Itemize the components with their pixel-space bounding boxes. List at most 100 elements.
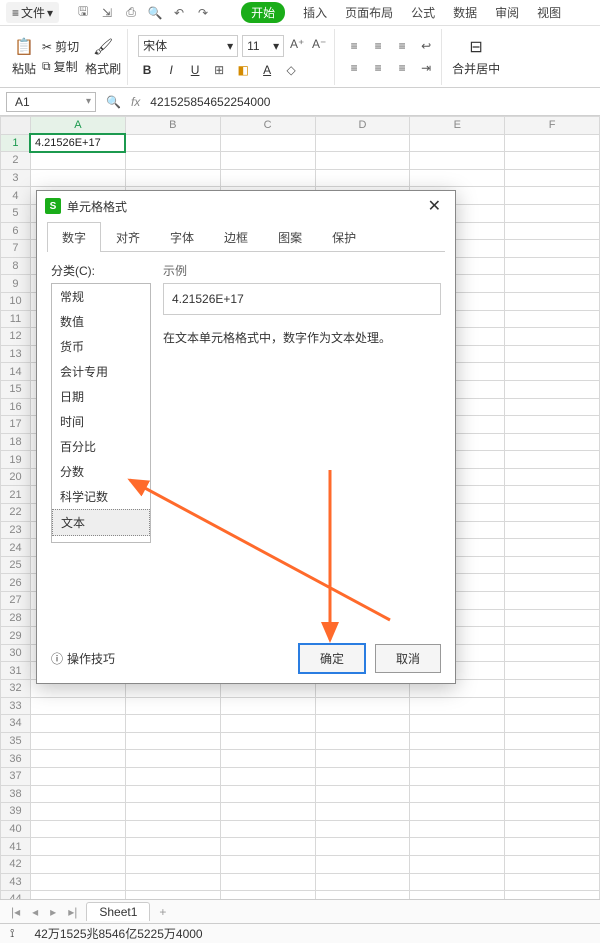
- row-header[interactable]: 39: [1, 803, 31, 821]
- row-header[interactable]: 31: [1, 662, 31, 680]
- clear-format-icon[interactable]: ◇: [282, 61, 300, 79]
- formula-value[interactable]: 421525854652254000: [150, 95, 594, 109]
- tab-view[interactable]: 视图: [537, 4, 561, 21]
- row-header[interactable]: 21: [1, 486, 31, 504]
- cat-general[interactable]: 常规: [52, 284, 150, 309]
- increase-font-icon[interactable]: A⁺: [288, 35, 306, 53]
- bold-icon[interactable]: B: [138, 61, 156, 79]
- row-header[interactable]: 12: [1, 328, 31, 346]
- row-header[interactable]: 19: [1, 451, 31, 469]
- dlg-tab-number[interactable]: 数字: [47, 222, 101, 252]
- dlg-tab-protect[interactable]: 保护: [317, 222, 371, 252]
- cat-scientific[interactable]: 科学记数: [52, 484, 150, 509]
- cancel-button[interactable]: 取消: [375, 644, 441, 673]
- border-icon[interactable]: ⊞: [210, 61, 228, 79]
- row-header[interactable]: 37: [1, 767, 31, 785]
- dlg-tab-pattern[interactable]: 图案: [263, 222, 317, 252]
- wrap-icon[interactable]: ↩: [417, 37, 435, 55]
- name-box[interactable]: A1: [6, 92, 96, 112]
- tab-formula[interactable]: 公式: [411, 4, 435, 21]
- saveas-icon[interactable]: ⇲: [99, 5, 115, 21]
- paste-button[interactable]: 📋 粘贴: [12, 36, 36, 77]
- align-center-icon[interactable]: ≡: [369, 59, 387, 77]
- col-header[interactable]: B: [125, 117, 220, 135]
- row-header[interactable]: 40: [1, 820, 31, 838]
- zoom-icon[interactable]: 🔍: [106, 95, 121, 109]
- cat-special[interactable]: 特殊: [52, 536, 150, 543]
- font-size-select[interactable]: 11▾: [242, 35, 284, 57]
- dialog-titlebar[interactable]: S 单元格格式 ✕: [37, 191, 455, 221]
- align-mid-icon[interactable]: ≡: [369, 37, 387, 55]
- row-header[interactable]: 16: [1, 398, 31, 416]
- preview-icon[interactable]: 🔍: [147, 5, 163, 21]
- row-header[interactable]: 38: [1, 785, 31, 803]
- align-top-icon[interactable]: ≡: [345, 37, 363, 55]
- fill-color-icon[interactable]: ◧: [234, 61, 252, 79]
- row-header[interactable]: 41: [1, 838, 31, 856]
- row-header[interactable]: 5: [1, 204, 31, 222]
- file-menu[interactable]: ≡ 文件 ▾: [6, 2, 59, 23]
- select-all-corner[interactable]: [1, 117, 31, 135]
- merge-button[interactable]: ⊟ 合并居中: [452, 36, 500, 77]
- row-header[interactable]: 15: [1, 380, 31, 398]
- align-bot-icon[interactable]: ≡: [393, 37, 411, 55]
- tab-pagelayout[interactable]: 页面布局: [345, 4, 393, 21]
- italic-icon[interactable]: I: [162, 61, 180, 79]
- cat-fraction[interactable]: 分数: [52, 459, 150, 484]
- row-header[interactable]: 13: [1, 345, 31, 363]
- cut-button[interactable]: ✂剪切: [42, 38, 79, 55]
- row-header[interactable]: 14: [1, 363, 31, 381]
- font-color-icon[interactable]: A: [258, 61, 276, 79]
- cat-currency[interactable]: 货币: [52, 334, 150, 359]
- row-header[interactable]: 34: [1, 715, 31, 733]
- category-list[interactable]: 常规 数值 货币 会计专用 日期 时间 百分比 分数 科学记数 文本 特殊 自定…: [51, 283, 151, 543]
- row-header[interactable]: 22: [1, 504, 31, 522]
- close-icon[interactable]: ✕: [422, 196, 447, 216]
- row-header[interactable]: 33: [1, 697, 31, 715]
- cat-number[interactable]: 数值: [52, 309, 150, 334]
- row-header[interactable]: 36: [1, 750, 31, 768]
- row-header[interactable]: 30: [1, 644, 31, 662]
- cat-accounting[interactable]: 会计专用: [52, 359, 150, 384]
- underline-icon[interactable]: U: [186, 61, 204, 79]
- row-header[interactable]: 8: [1, 257, 31, 275]
- copy-button[interactable]: ⧉复制: [42, 58, 79, 75]
- row-header[interactable]: 20: [1, 468, 31, 486]
- cat-time[interactable]: 时间: [52, 409, 150, 434]
- row-header[interactable]: 7: [1, 240, 31, 258]
- formatpainter-button[interactable]: 🖌 格式刷: [85, 36, 121, 77]
- row-header[interactable]: 18: [1, 433, 31, 451]
- sheet-tab-1[interactable]: Sheet1: [86, 902, 150, 921]
- indent-icon[interactable]: ⇥: [417, 59, 435, 77]
- save-icon[interactable]: 🖫: [75, 5, 91, 21]
- col-header[interactable]: A: [30, 117, 125, 135]
- row-header[interactable]: 2: [1, 152, 31, 170]
- row-header[interactable]: 6: [1, 222, 31, 240]
- row-header[interactable]: 11: [1, 310, 31, 328]
- font-name-select[interactable]: 宋体▾: [138, 35, 238, 57]
- dlg-tab-align[interactable]: 对齐: [101, 222, 155, 252]
- cat-text[interactable]: 文本: [52, 509, 150, 536]
- row-header[interactable]: 43: [1, 873, 31, 891]
- row-header[interactable]: 29: [1, 627, 31, 645]
- col-header[interactable]: F: [505, 117, 600, 135]
- row-header[interactable]: 10: [1, 292, 31, 310]
- tab-data[interactable]: 数据: [453, 4, 477, 21]
- row-header[interactable]: 1: [1, 134, 31, 152]
- row-header[interactable]: 28: [1, 609, 31, 627]
- tab-start[interactable]: 开始: [241, 2, 285, 23]
- col-header[interactable]: D: [315, 117, 410, 135]
- sheet-first-icon[interactable]: |◂: [8, 905, 23, 919]
- sheet-prev-icon[interactable]: ◂: [29, 905, 41, 919]
- row-header[interactable]: 26: [1, 574, 31, 592]
- cell-a1[interactable]: 4.21526E+17: [30, 134, 125, 152]
- undo-icon[interactable]: ↶: [171, 5, 187, 21]
- row-header[interactable]: 23: [1, 521, 31, 539]
- sheet-last-icon[interactable]: ▸|: [65, 905, 80, 919]
- row-header[interactable]: 17: [1, 416, 31, 434]
- tab-review[interactable]: 审阅: [495, 4, 519, 21]
- dlg-tab-font[interactable]: 字体: [155, 222, 209, 252]
- align-left-icon[interactable]: ≡: [345, 59, 363, 77]
- align-right-icon[interactable]: ≡: [393, 59, 411, 77]
- row-header[interactable]: 32: [1, 680, 31, 698]
